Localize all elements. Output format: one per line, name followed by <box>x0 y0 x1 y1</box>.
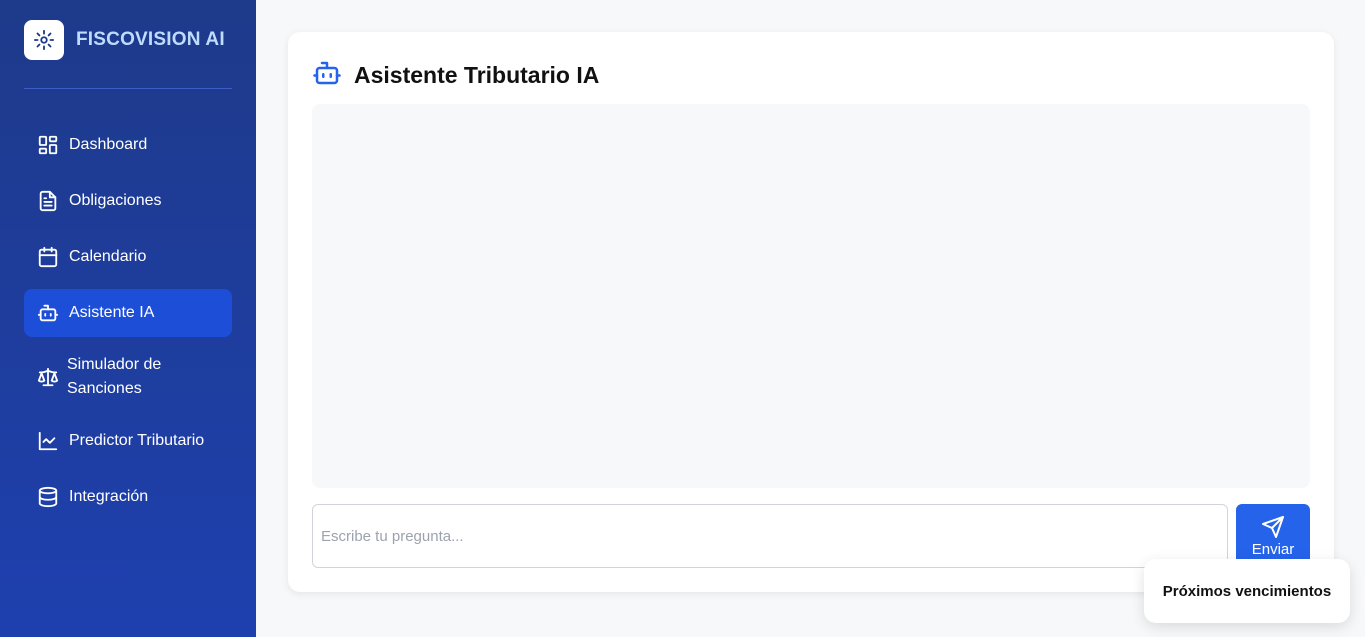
sidebar-item-label: Integración <box>69 488 149 505</box>
sidebar-item-obligaciones[interactable]: Obligaciones <box>24 177 232 225</box>
sidebar-item-dashboard[interactable]: Dashboard <box>24 121 232 169</box>
database-icon <box>36 485 60 509</box>
upcoming-deadlines-popup[interactable]: Próximos vencimientos <box>1144 559 1350 623</box>
page-title: Asistente Tributario IA <box>354 62 600 88</box>
brand-logo <box>24 20 64 60</box>
popup-title: Próximos vencimientos <box>1162 582 1332 600</box>
sidebar-item-label: Simulador de Sanciones <box>67 356 162 397</box>
sidebar-item-predictor[interactable]: Predictor Tributario <box>24 417 232 465</box>
sidebar-item-label: Predictor Tributario <box>69 432 205 449</box>
sidebar-item-simulador[interactable]: Simulador de Sanciones <box>24 345 232 409</box>
calendar-icon <box>36 245 60 269</box>
assistant-card: Asistente Tributario IA Enviar <box>288 32 1334 592</box>
sidebar-item-label: Asistente IA <box>69 304 155 321</box>
sidebar-item-label: Obligaciones <box>69 192 162 209</box>
sidebar-item-label: Calendario <box>69 248 147 265</box>
sidebar-item-asistente-ia[interactable]: Asistente IA <box>24 289 232 337</box>
scale-icon <box>36 365 60 389</box>
sun-icon <box>33 29 55 51</box>
sidebar-item-integracion[interactable]: Integración <box>24 473 232 521</box>
question-input[interactable] <box>312 504 1228 568</box>
robot-icon <box>36 301 60 325</box>
brand-name: FISCOVISION AI <box>76 29 225 50</box>
robot-icon <box>312 58 342 93</box>
send-button-label: Enviar <box>1251 540 1295 558</box>
chart-line-icon <box>36 429 60 453</box>
sidebar-nav: Dashboard Obligaciones Calendario Asiste… <box>24 121 232 529</box>
chat-messages-area[interactable] <box>312 104 1310 488</box>
sidebar-item-calendario[interactable]: Calendario <box>24 233 232 281</box>
brand[interactable]: FISCOVISION AI <box>24 20 225 60</box>
sidebar-item-label: Dashboard <box>69 136 148 153</box>
send-icon <box>1262 515 1284 538</box>
document-icon <box>36 189 60 213</box>
card-header: Asistente Tributario IA <box>312 58 599 93</box>
sidebar-divider <box>24 88 232 89</box>
sidebar: FISCOVISION AI Dashboard Obligaciones Ca… <box>0 0 256 637</box>
dashboard-icon <box>36 133 60 157</box>
